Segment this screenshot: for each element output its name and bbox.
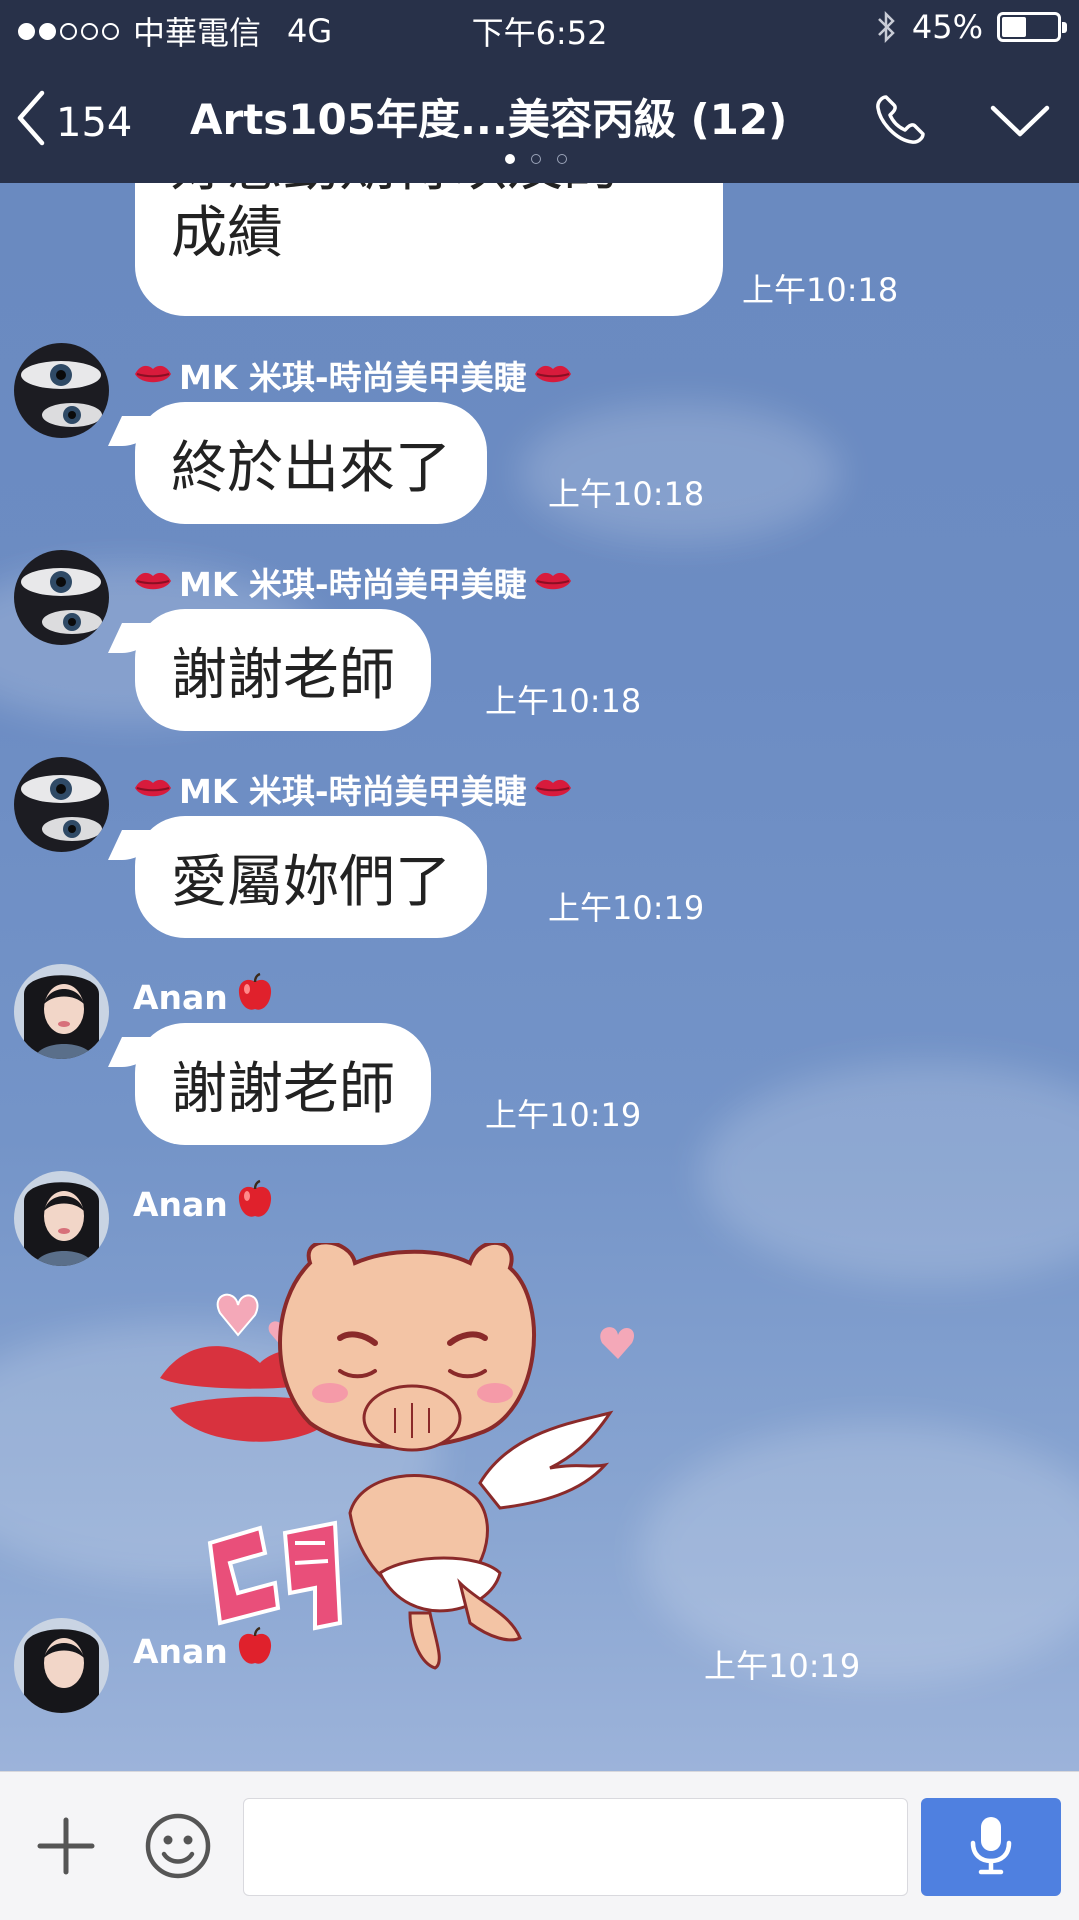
sender-name-text: MK 米琪-時尚美甲美睫 — [179, 772, 527, 811]
sender-name: MK 米琪-時尚美甲美睫 — [133, 558, 573, 606]
sender-name: Anan — [133, 1626, 276, 1676]
page-dot — [505, 154, 515, 164]
message-input[interactable] — [243, 1798, 908, 1896]
chevron-down-icon[interactable] — [988, 102, 1052, 146]
apple-icon — [234, 1626, 276, 1676]
back-button[interactable]: 154 — [16, 90, 132, 156]
emoji-icon[interactable] — [144, 1812, 212, 1884]
lips-icon — [133, 563, 173, 602]
chat-header: 154 Arts105年度...美容丙級 (12) — [0, 56, 1079, 183]
sender-name: Anan — [133, 972, 276, 1022]
message-input-bar — [0, 1771, 1079, 1920]
message-text: 成績 — [171, 201, 283, 266]
page-dot — [557, 154, 567, 164]
status-right: 45% — [876, 8, 1067, 46]
battery-percent: 45% — [911, 8, 983, 46]
message-time: 上午10:18 — [742, 271, 899, 309]
bluetooth-icon — [876, 10, 898, 44]
message-text: 謝謝老師 — [171, 1056, 395, 1122]
chat-message-list[interactable]: 好感動期待以及的 成績 上午10:18 MK 米琪-時尚美甲美睫 終於出來了 上… — [0, 183, 1079, 1771]
page-dot — [531, 154, 541, 164]
avatar[interactable] — [14, 964, 109, 1059]
message-bubble[interactable]: 好感動期待以及的 成績 — [135, 183, 723, 316]
sender-name: MK 米琪-時尚美甲美睫 — [133, 765, 573, 813]
message-time: 上午10:19 — [548, 889, 705, 927]
avatar[interactable] — [14, 1618, 109, 1713]
avatar[interactable] — [14, 757, 109, 852]
message-time: 上午10:19 — [704, 1647, 861, 1685]
message-time: 上午10:19 — [485, 1096, 642, 1134]
plus-icon[interactable] — [36, 1816, 96, 1880]
message-text: 謝謝老師 — [171, 642, 395, 708]
sender-name-text: Anan — [133, 1184, 228, 1224]
lips-icon — [533, 770, 573, 809]
sender-name-text: MK 米琪-時尚美甲美睫 — [179, 565, 527, 604]
battery-icon — [997, 12, 1067, 42]
avatar[interactable] — [14, 1171, 109, 1266]
status-bar: 中華電信 4G 下午6:52 45% — [0, 0, 1079, 56]
message-time: 上午10:18 — [485, 682, 642, 720]
page-indicator — [505, 154, 567, 164]
lips-icon — [533, 356, 573, 395]
message-text: 終於出來了 — [171, 435, 451, 501]
lips-icon — [533, 563, 573, 602]
sender-name: MK 米琪-時尚美甲美睫 — [133, 351, 573, 399]
message-bubble[interactable]: 謝謝老師 — [135, 1023, 431, 1145]
unread-count: 154 — [56, 100, 133, 146]
message-time: 上午10:18 — [548, 475, 705, 513]
chevron-left-icon — [16, 90, 46, 156]
chat-title[interactable]: Arts105年度...美容丙級 (12) — [190, 86, 810, 147]
sender-name-text: MK 米琪-時尚美甲美睫 — [179, 358, 527, 397]
background-cloud — [700, 1063, 1079, 1283]
message-text: 好感動期待以及的 — [171, 183, 619, 201]
avatar[interactable] — [14, 343, 109, 438]
sender-name: Anan — [133, 1179, 276, 1229]
phone-icon[interactable] — [872, 92, 928, 152]
lips-icon — [133, 356, 173, 395]
apple-icon — [234, 1179, 276, 1229]
battery-fill — [1002, 17, 1026, 37]
lips-icon — [133, 770, 173, 809]
sender-name-text: Anan — [133, 1631, 228, 1671]
apple-icon — [234, 972, 276, 1022]
message-text: 愛屬妳們了 — [171, 849, 451, 915]
avatar[interactable] — [14, 550, 109, 645]
message-bubble[interactable]: 謝謝老師 — [135, 609, 431, 731]
message-bubble[interactable]: 愛屬妳們了 — [135, 816, 487, 938]
sender-name-text: Anan — [133, 977, 228, 1017]
message-bubble[interactable]: 終於出來了 — [135, 402, 487, 524]
microphone-icon — [969, 1815, 1013, 1879]
microphone-button[interactable] — [921, 1798, 1061, 1896]
